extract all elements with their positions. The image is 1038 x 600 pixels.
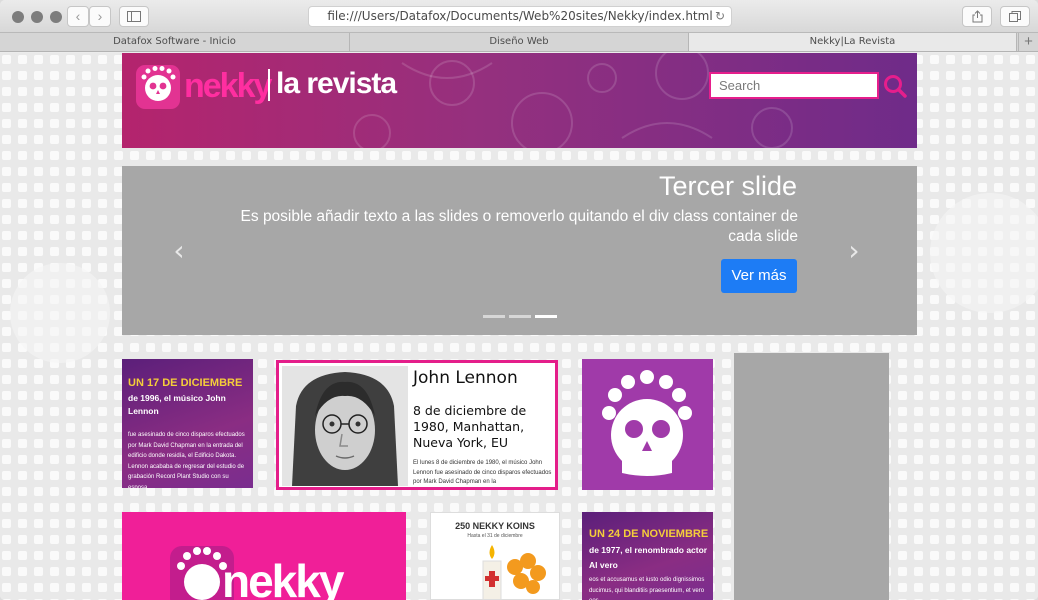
site-logo[interactable]: nekky bbox=[136, 65, 272, 109]
skull-logo-icon bbox=[136, 65, 180, 109]
card-december-title: UN 17 DE DICIEMBRE bbox=[128, 377, 243, 389]
card-november-subtitle: de 1977, el renombrado actor Al vero bbox=[589, 545, 708, 570]
url-text: file:///Users/Datafox/Documents/Web%20si… bbox=[327, 9, 713, 23]
browser-window: ‹ › file:///Users/Datafox/Documents/Web%… bbox=[0, 0, 1038, 600]
tab-datafox[interactable]: Datafox Software - Inicio bbox=[0, 33, 350, 51]
site-header: nekky la revista bbox=[122, 53, 917, 148]
card-lennon-name: John Lennon bbox=[413, 368, 518, 388]
lennon-portrait-image bbox=[282, 366, 408, 486]
sidebar-ad-placeholder bbox=[734, 353, 889, 600]
carousel-indicator-3[interactable] bbox=[535, 315, 557, 318]
card-lennon-date: 8 de diciembre de 1980, Manhattan, Nueva… bbox=[413, 403, 527, 450]
card-koins-title: 250 NEKKY KOINS bbox=[455, 521, 535, 531]
tabs-overview-button[interactable] bbox=[1000, 6, 1030, 27]
share-button[interactable] bbox=[962, 6, 992, 27]
card-december[interactable]: UN 17 DE DICIEMBRE de 1996, el músico Jo… bbox=[122, 359, 253, 488]
card-lennon-desc: El lunes 8 de diciembre de 1980, el músi… bbox=[413, 460, 552, 485]
forward-button[interactable]: › bbox=[89, 6, 111, 27]
browser-toolbar: ‹ › file:///Users/Datafox/Documents/Web%… bbox=[0, 0, 1038, 33]
share-icon bbox=[972, 10, 982, 23]
hero-carousel: Tercer slide Es posible añadir texto a l… bbox=[122, 166, 917, 335]
web-page: nekky la revista Tercer slide Es posible… bbox=[0, 53, 1038, 600]
tab-diseno-web[interactable]: Diseño Web bbox=[350, 33, 689, 51]
card-november-body: eos et accusamus et iusto odio dignissim… bbox=[589, 577, 705, 600]
candle-flowers-image bbox=[482, 545, 546, 599]
card-november[interactable]: UN 24 DE NOVIEMBRE de 1977, el renombrad… bbox=[582, 512, 713, 600]
tab-bar: Datafox Software - Inicio Diseño Web Nek… bbox=[0, 33, 1038, 52]
logo-brand-text: nekky bbox=[184, 67, 272, 105]
card-lennon[interactable]: John Lennon 8 de diciembre de 1980, Manh… bbox=[276, 360, 558, 490]
card-december-subtitle: de 1996, el músico John Lennon bbox=[128, 393, 226, 416]
address-bar[interactable]: file:///Users/Datafox/Documents/Web%20si… bbox=[308, 6, 732, 27]
card-december-body: fue asesinado de cinco disparos efectuad… bbox=[128, 432, 245, 488]
minimize-window-button[interactable] bbox=[31, 11, 43, 23]
slide-text: Es posible añadir texto a las slides o r… bbox=[240, 208, 798, 245]
new-tab-button[interactable]: + bbox=[1018, 33, 1038, 51]
card-nekky-text: nekky bbox=[222, 555, 344, 600]
logo-separator bbox=[268, 69, 270, 101]
skull-icon bbox=[602, 370, 692, 476]
back-button[interactable]: ‹ bbox=[67, 6, 89, 27]
carousel-prev-icon[interactable]: ‹ bbox=[169, 237, 189, 265]
tab-nekky[interactable]: Nekky|La Revista bbox=[689, 33, 1017, 51]
card-nekky-brand[interactable]: nekky bbox=[122, 512, 406, 600]
card-november-title: UN 24 DE NOVIEMBRE bbox=[589, 528, 709, 540]
tabs-icon bbox=[1009, 11, 1021, 22]
slide-title: Tercer slide bbox=[658, 171, 797, 201]
sidebar-toggle-button[interactable] bbox=[119, 6, 149, 27]
card-koins-subtitle: Hasta el 31 de diciembre bbox=[467, 533, 523, 539]
search-icon[interactable] bbox=[882, 73, 908, 99]
sidebar-icon bbox=[127, 11, 141, 22]
carousel-next-icon[interactable]: › bbox=[844, 237, 864, 265]
slide-cta-button[interactable]: Ver más bbox=[721, 259, 797, 293]
zoom-window-button[interactable] bbox=[50, 11, 62, 23]
logo-subtitle: la revista bbox=[276, 67, 397, 100]
reload-icon[interactable]: ↻ bbox=[715, 7, 725, 26]
carousel-indicator-2[interactable] bbox=[509, 315, 531, 318]
card-skull[interactable] bbox=[582, 359, 713, 490]
carousel-indicator-1[interactable] bbox=[483, 315, 505, 318]
close-window-button[interactable] bbox=[12, 11, 24, 23]
search-input[interactable] bbox=[709, 72, 879, 99]
card-koins[interactable]: 250 NEKKY KOINS Hasta el 31 de diciembre bbox=[430, 512, 560, 600]
